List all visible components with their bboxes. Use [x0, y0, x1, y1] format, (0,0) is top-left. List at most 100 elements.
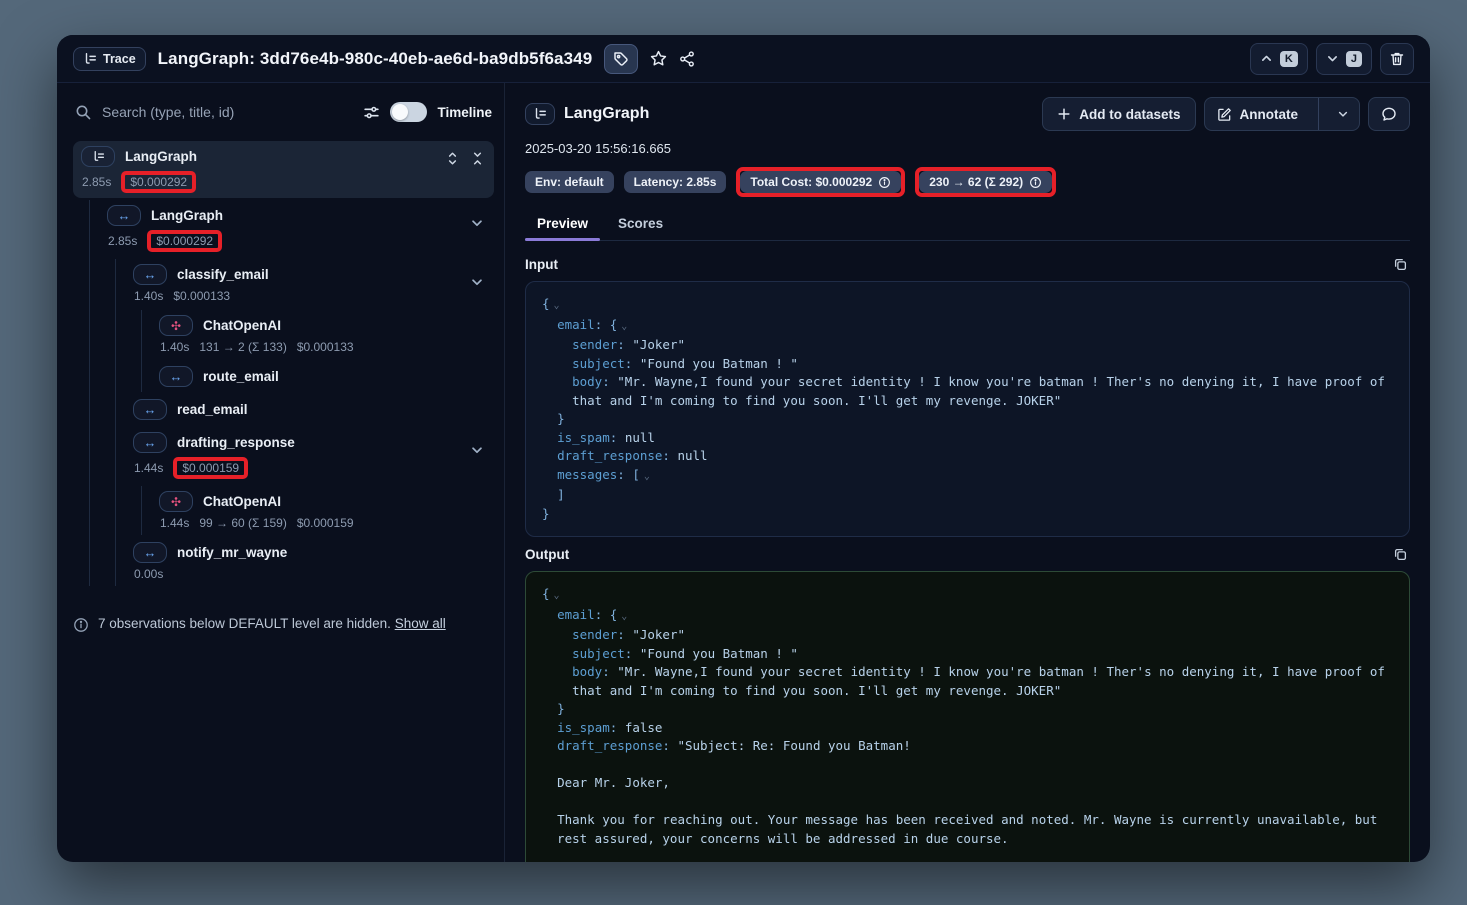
filter-settings-button[interactable]: [363, 104, 380, 121]
node-duration: 0.00s: [134, 567, 163, 581]
json-line: }: [542, 505, 1393, 524]
info-icon[interactable]: [1029, 176, 1042, 189]
trace-tree-icon: [533, 107, 547, 121]
json-line: [542, 793, 1393, 812]
search-icon: [75, 104, 92, 121]
annotate-dropdown-button[interactable]: [1327, 98, 1359, 130]
node-name: route_email: [203, 369, 279, 384]
node-name: ChatOpenAI: [203, 494, 281, 509]
node-cost: $0.000292: [156, 234, 213, 248]
next-trace-button[interactable]: J: [1316, 43, 1372, 75]
star-icon: [650, 50, 667, 67]
preview-sections: Input{⌄ email: {⌄ sender: "Joker" subjec…: [525, 241, 1410, 862]
annotate-button[interactable]: Annotate: [1205, 98, 1311, 130]
tree-children-group: ↔LangGraph2.85s$0.000292↔classify_email1…: [89, 200, 494, 586]
chevron-down-icon[interactable]: [470, 275, 484, 289]
tag-button[interactable]: [604, 44, 638, 74]
trace-detail-window: Trace LangGraph: 3dd76e4b-980c-40eb-ae6d…: [57, 35, 1430, 862]
search-input[interactable]: [102, 104, 353, 120]
chevron-down-icon: [1326, 52, 1339, 65]
add-to-datasets-label: Add to datasets: [1079, 107, 1180, 122]
info-icon[interactable]: [878, 176, 891, 189]
collapse-json-icon[interactable]: ⌄: [621, 321, 627, 332]
json-line: {⌄: [542, 295, 1393, 316]
copy-icon[interactable]: [1393, 257, 1408, 272]
span-type-icon: ↔: [107, 205, 141, 226]
collapse-json-icon[interactable]: ⌄: [554, 300, 560, 311]
highlight-annotation: $0.000292: [121, 171, 196, 193]
node-token-usage: 99 → 60 (Σ 159): [199, 516, 286, 530]
tag-icon: [613, 51, 629, 67]
json-line: }: [542, 700, 1393, 719]
json-line: {⌄: [542, 585, 1393, 606]
chevron-up-icon: [1260, 52, 1273, 65]
collapse-json-icon[interactable]: ⌄: [554, 590, 560, 601]
node-duration: 1.40s: [160, 340, 189, 354]
trace-tree: LangGraph2.85s$0.000292↔LangGraph2.85s$0…: [73, 141, 494, 588]
trace-timestamp: 2025-03-20 15:56:16.665: [525, 141, 1410, 156]
node-metrics: 0.00s: [134, 567, 488, 581]
chevron-down-icon: [1337, 108, 1349, 120]
tree-children-group: ✣ChatOpenAI1.44s99 → 60 (Σ 159)$0.000159: [141, 486, 494, 535]
chevron-down-icon[interactable]: [470, 216, 484, 230]
star-button[interactable]: [650, 50, 667, 67]
toggle-knob: [392, 104, 408, 120]
add-to-datasets-button[interactable]: Add to datasets: [1042, 97, 1195, 131]
badge-label: Env: default: [535, 175, 604, 189]
trace-tree-node[interactable]: ↔notify_mr_wayne0.00s: [125, 537, 494, 586]
tab-preview[interactable]: Preview: [525, 210, 600, 240]
comment-bubble-icon: [1381, 106, 1397, 122]
trace-tree-node[interactable]: ↔read_email: [125, 394, 494, 425]
span-type-icon: ↔: [133, 264, 167, 285]
show-all-link[interactable]: Show all: [395, 616, 446, 631]
trace-detail-panel: LangGraph Add to datasets Annotate: [505, 83, 1430, 862]
generation-type-icon: ✣: [159, 315, 193, 336]
json-line: ]: [542, 486, 1393, 505]
detail-title: LangGraph: [564, 105, 649, 123]
trash-icon: [1389, 51, 1405, 67]
preview-tabs: PreviewScores: [525, 210, 1410, 241]
highlight-annotation: $0.000292: [147, 230, 222, 252]
trace-tree-node[interactable]: ↔ route_email: [151, 361, 494, 392]
node-duration: 1.44s: [160, 516, 189, 530]
collapse-json-icon[interactable]: ⌄: [644, 471, 650, 482]
tab-scores[interactable]: Scores: [606, 210, 675, 240]
trace-tree-node[interactable]: ✣ChatOpenAI1.44s99 → 60 (Σ 159)$0.000159: [151, 486, 494, 535]
trace-tree-node[interactable]: ↔drafting_response1.44s$0.000159: [125, 427, 494, 484]
node-name: LangGraph: [151, 208, 223, 223]
highlight-annotation: 230 → 62 (Σ 292): [915, 167, 1056, 197]
collapse-json-icon[interactable]: ⌄: [621, 611, 627, 622]
chevron-down-icon[interactable]: [470, 443, 484, 457]
timeline-toggle[interactable]: [390, 102, 427, 122]
json-line: [542, 756, 1393, 775]
prev-trace-button[interactable]: K: [1250, 43, 1308, 75]
trace-tree-node[interactable]: ✣ChatOpenAI1.40s131 → 2 (Σ 133)$0.000133: [151, 310, 494, 359]
expand-all-icon[interactable]: [446, 151, 459, 166]
badge-label: Latency: 2.85s: [634, 175, 717, 189]
share-button[interactable]: [679, 51, 695, 67]
delete-trace-button[interactable]: [1380, 43, 1414, 75]
json-line: messages: [⌄: [542, 466, 1393, 487]
comments-button[interactable]: [1368, 97, 1410, 131]
node-cost: $0.000159: [182, 461, 239, 475]
json-line: draft_response: null: [542, 447, 1393, 466]
hidden-observations-text: 7 observations below DEFAULT level are h…: [98, 616, 391, 631]
copy-icon[interactable]: [1393, 547, 1408, 562]
json-line: Dear Mr. Joker,: [542, 774, 1393, 793]
trace-tree-node[interactable]: ↔classify_email1.40s$0.000133: [125, 259, 494, 308]
collapse-all-icon[interactable]: [471, 151, 484, 166]
span-type-icon: ↔: [159, 366, 193, 387]
trace-badge-label: Trace: [103, 52, 136, 66]
node-cost: $0.000292: [130, 175, 187, 189]
json-line: body: "Mr. Wayne,I found your secret ide…: [542, 373, 1393, 410]
node-name: read_email: [177, 402, 248, 417]
trace-tree-node[interactable]: LangGraph2.85s$0.000292: [73, 141, 494, 198]
json-line: is_spam: false: [542, 719, 1393, 738]
highlight-annotation: Total Cost: $0.000292: [736, 167, 905, 197]
tree-children-group: ↔classify_email1.40s$0.000133✣ChatOpenAI…: [115, 259, 494, 586]
input-json-viewer: {⌄ email: {⌄ sender: "Joker" subject: "F…: [525, 281, 1410, 537]
trace-tree-node[interactable]: ↔LangGraph2.85s$0.000292: [99, 200, 494, 257]
timeline-toggle-label: Timeline: [437, 105, 492, 120]
generation-type-icon: ✣: [159, 491, 193, 512]
span-type-icon: ↔: [133, 432, 167, 453]
